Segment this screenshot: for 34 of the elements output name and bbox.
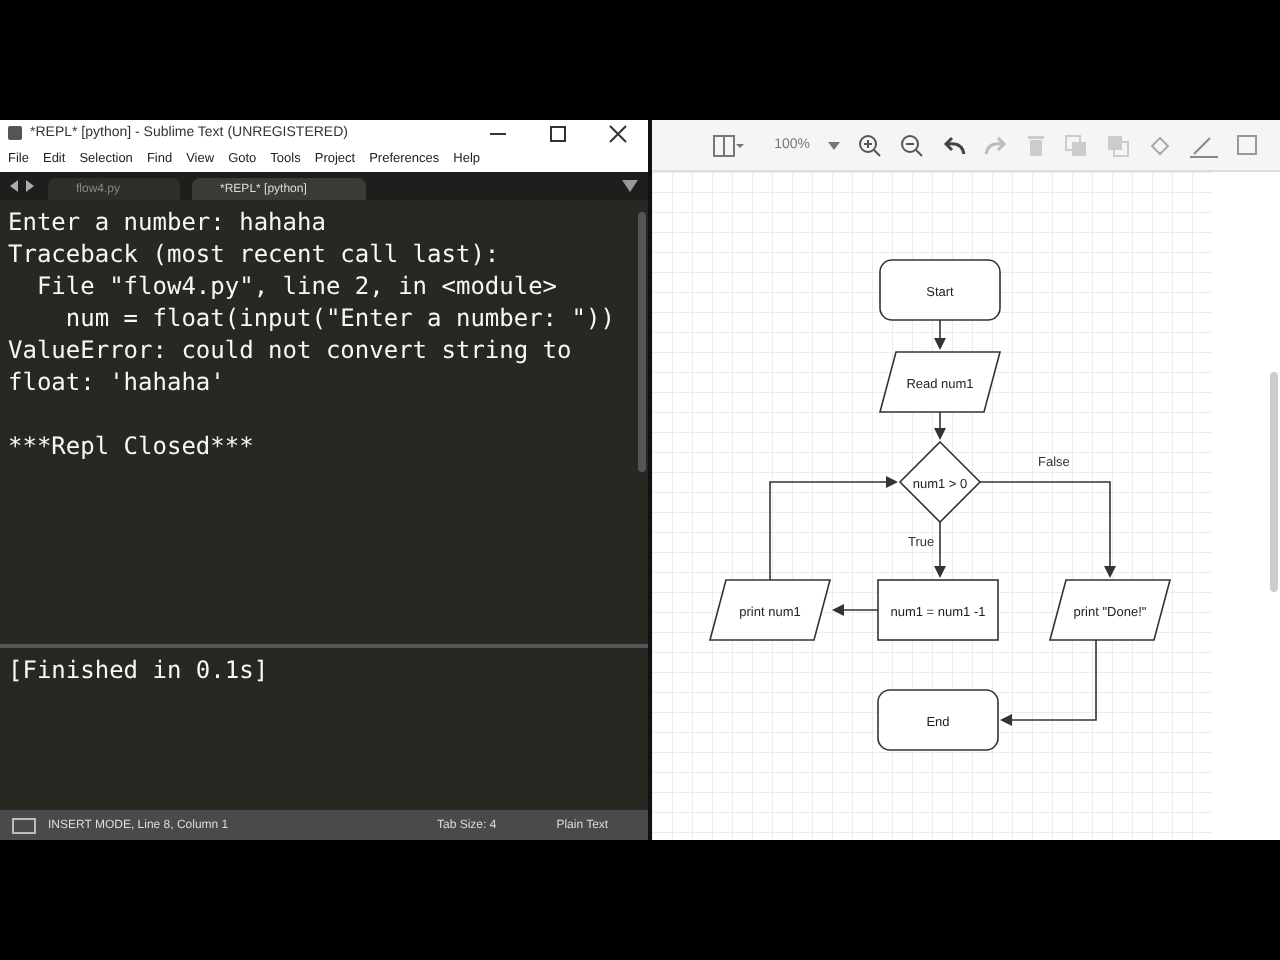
- zoom-out-icon[interactable]: [900, 133, 924, 157]
- terminal-shape[interactable]: [877, 689, 999, 751]
- panel-icon[interactable]: [12, 817, 36, 833]
- close-icon[interactable]: [608, 123, 629, 143]
- connector-arrow[interactable]: [934, 521, 947, 578]
- connector-arrow[interactable]: [1000, 639, 1097, 726]
- output-line: float: 'hahaha': [8, 366, 227, 398]
- app-icon: [8, 126, 22, 140]
- shadow-icon[interactable]: [1236, 133, 1260, 157]
- maximize-icon[interactable]: [548, 123, 569, 143]
- scrollbar[interactable]: [1270, 372, 1278, 592]
- output-line: File "flow4.py", line 2, in <module>: [34, 270, 560, 302]
- pencil-icon[interactable]: [1190, 133, 1218, 157]
- output-line: Traceback (most recent call last):: [8, 238, 502, 270]
- output-line: Enter a number: hahaha: [8, 206, 328, 238]
- undo-icon[interactable]: [942, 135, 966, 155]
- dropdown-icon[interactable]: [828, 141, 840, 149]
- zoom-in-icon[interactable]: [858, 133, 882, 157]
- tab-nav-arrows-icon[interactable]: [8, 178, 36, 194]
- output-line: ValueError: could not convert string to: [8, 334, 574, 366]
- output-line: ***Repl Closed***: [8, 430, 256, 462]
- output-line: num = float(input("Enter a number: ")): [63, 302, 617, 334]
- connector-arrow[interactable]: [934, 319, 947, 350]
- connector-arrow[interactable]: [934, 409, 947, 440]
- decision-shape[interactable]: [899, 440, 982, 524]
- connector-arrow[interactable]: [769, 476, 899, 581]
- layout-icon[interactable]: [712, 133, 745, 157]
- connector-arrow[interactable]: [832, 604, 879, 616]
- build-output-line: [Finished in 0.1s]: [8, 654, 271, 686]
- process-shape[interactable]: [877, 579, 999, 641]
- connector-arrow[interactable]: [979, 481, 1117, 578]
- terminal-shape[interactable]: [879, 259, 1001, 321]
- scrollbar[interactable]: [638, 212, 647, 472]
- dropdown-icon[interactable]: [622, 180, 639, 192]
